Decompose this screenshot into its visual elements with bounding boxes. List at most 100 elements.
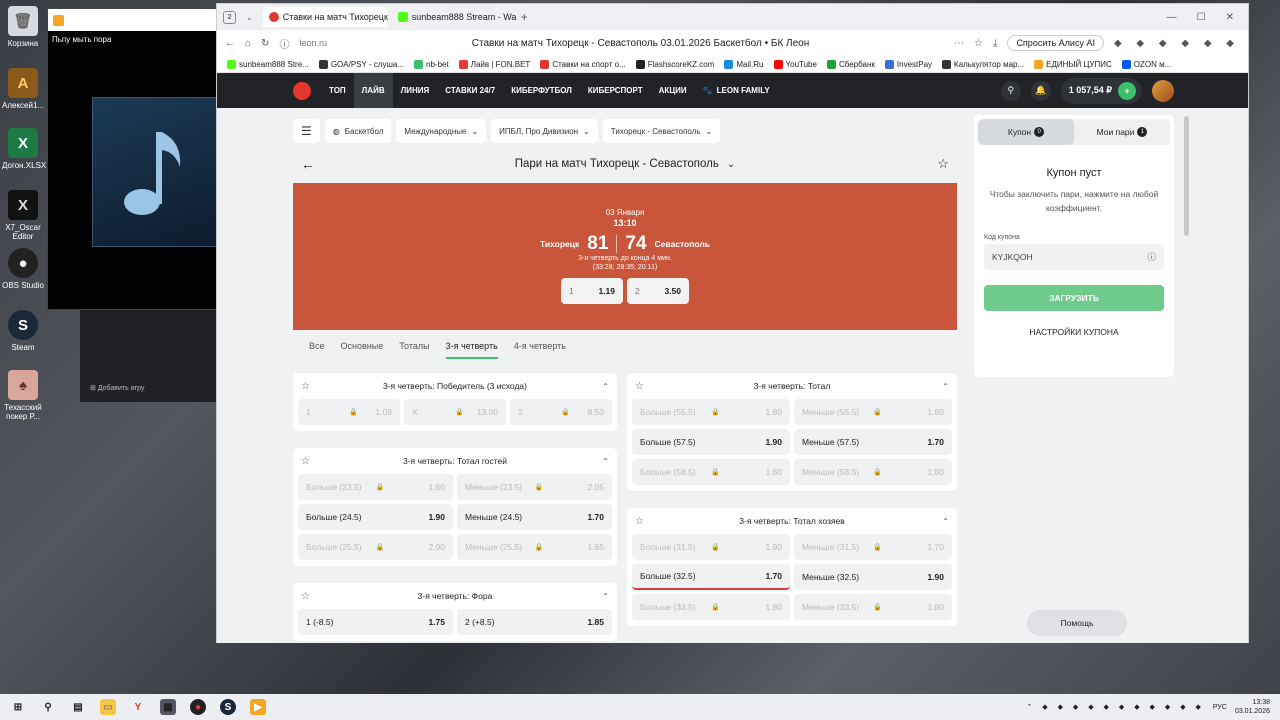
new-tab-button[interactable]: + — [521, 10, 528, 24]
nav-leon-family[interactable]: 🐾 LEON FAMILY — [695, 73, 778, 108]
odd-button[interactable]: 2 (+8.5) 1.85 — [457, 609, 612, 635]
nav-bets247[interactable]: СТАВКИ 24/7 — [437, 73, 503, 108]
nav-line[interactable]: ЛИНИЯ — [393, 73, 438, 108]
back-arrow-icon[interactable]: ← — [301, 156, 315, 172]
bookmark-item[interactable]: OZON м... — [1121, 59, 1171, 69]
market-header[interactable]: ☆ 3-я четверть: Тотал хозяев ⌃ — [627, 508, 957, 534]
url-field[interactable]: leon.ru — [299, 38, 327, 48]
odd-button[interactable]: Больше (57.5) 1.90 — [632, 429, 790, 455]
bookmark-icon[interactable]: ☆ — [974, 38, 983, 49]
favorite-star-icon[interactable]: ☆ — [937, 156, 949, 172]
breadcrumb-match[interactable]: Тихорецк - Севастополь ⌄ — [602, 119, 721, 143]
desktop-icon-alexey[interactable]: A Алексей1... — [2, 68, 44, 110]
odd-button[interactable]: 2 3.50 — [627, 278, 689, 304]
windows-start-icon[interactable]: ⊞ — [10, 699, 26, 715]
desktop-icon-obs[interactable]: ● OBS Studio — [2, 248, 44, 290]
search-icon[interactable]: ⚲ — [40, 699, 56, 715]
favorite-star-icon[interactable]: ☆ — [635, 381, 644, 392]
desktop-icon-steam[interactable]: S Steam — [2, 310, 44, 352]
desktop-icon-poker[interactable]: ♠ Техасский покер Р... — [2, 370, 44, 421]
market-header[interactable]: ☆ 3-я четверть: Тотал ⌃ — [627, 373, 957, 399]
download-icon[interactable]: ⤓ — [993, 38, 997, 49]
extensions-icon[interactable]: ◆ ◆ ◆ ◆ ◆ ◆ — [1114, 38, 1240, 49]
odd-button[interactable]: Меньше (57.5) 1.70 — [794, 429, 952, 455]
close-window-icon[interactable]: ✕ — [1226, 12, 1234, 23]
nav-esports[interactable]: КИБЕРСПОРТ — [580, 73, 651, 108]
load-coupon-button[interactable]: ЗАГРУЗИТЬ — [984, 285, 1164, 311]
bookmark-item[interactable]: YouTube — [773, 59, 817, 69]
chevron-down-icon[interactable]: ⌄ — [727, 159, 735, 170]
chevron-up-icon[interactable]: ⌃ — [942, 382, 949, 391]
coupon-settings-link[interactable]: НАСТРОЙКИ КУПОНА — [974, 327, 1174, 337]
tab-q4[interactable]: 4-я четверть — [514, 341, 566, 359]
steam-add-game-button[interactable]: ⊞ Добавить игру — [90, 384, 144, 392]
tab-q3[interactable]: 3-я четверть — [445, 341, 498, 359]
tab-main[interactable]: Основные — [341, 341, 384, 359]
tab-stream[interactable]: sunbeam888 Stream - Wa✕ — [392, 7, 517, 27]
bookmark-item[interactable]: FlashscoreKZ.com — [635, 59, 714, 69]
maximize-icon[interactable]: ☐ — [1197, 12, 1206, 23]
language-indicator[interactable]: РУС — [1213, 704, 1227, 711]
nav-cyberfootball[interactable]: КИБЕРФУТБОЛ — [503, 73, 580, 108]
back-arrow-icon[interactable]: ← — [225, 38, 235, 49]
market-header[interactable]: ☆ 3-я четверть: Победитель (3 исхода) ⌃ — [293, 373, 617, 399]
odd-button[interactable]: Меньше (32.5) 1.90 — [794, 564, 952, 590]
player-titlebar[interactable] — [48, 9, 216, 31]
odd-button[interactable]: 1 1.19 — [561, 278, 623, 304]
chevron-up-icon[interactable]: ⌃ — [942, 517, 949, 526]
breadcrumb-league[interactable]: ИПБЛ, Про Дивизион ⌄ — [491, 119, 598, 143]
app-icon[interactable]: ▦ — [160, 699, 176, 715]
odd-button[interactable]: Больше (24.5) 1.90 — [298, 504, 453, 530]
bookmark-item[interactable]: sunbeam888 Stre... — [227, 59, 309, 69]
chevron-up-icon[interactable]: ⌃ — [602, 382, 609, 391]
desktop-icon-excel[interactable]: X Догон.XLSX — [2, 128, 46, 170]
clock[interactable]: 13:38 03.01.2026 — [1235, 698, 1270, 716]
bookmark-item[interactable]: Лайв | FON.BET — [458, 59, 530, 69]
bell-icon[interactable]: 🔔 — [1030, 80, 1051, 101]
poker-app-icon[interactable]: ● — [190, 699, 206, 715]
odd-button[interactable]: 1 (-8.5) 1.75 — [298, 609, 453, 635]
favorite-star-icon[interactable]: ☆ — [301, 591, 310, 602]
info-icon[interactable]: ⓘ — [1147, 251, 1156, 263]
media-player-icon[interactable]: ▶ — [250, 699, 266, 715]
nav-top[interactable]: ТОП — [321, 73, 354, 108]
bookmark-item[interactable]: ЕДИНЫЙ ЦУПИС — [1034, 59, 1112, 69]
breadcrumb-region[interactable]: Международные ⌄ — [396, 119, 487, 143]
bookmark-item[interactable]: Сбербанк — [826, 59, 875, 69]
reload-icon[interactable]: ↻ — [261, 38, 269, 49]
odd-button[interactable]: Больше (32.5) 1.70 — [632, 564, 790, 590]
bookmark-item[interactable]: Ставки на спорт о... — [540, 59, 626, 69]
tab-all[interactable]: Все — [309, 341, 325, 359]
bookmark-item[interactable]: GOA/PSY - слуша... — [318, 59, 404, 69]
nav-promos[interactable]: АКЦИИ — [651, 73, 695, 108]
alice-button[interactable]: Спросить Алису AI — [1007, 35, 1104, 51]
bookmark-item[interactable]: Калькулятор мар... — [942, 59, 1024, 69]
bookmark-item[interactable]: nb-bet — [414, 59, 449, 69]
tab-coupon[interactable]: Купон 0 — [978, 119, 1074, 145]
bookmark-item[interactable]: InvestPay — [884, 59, 932, 69]
site-info-icon[interactable]: ⓘ — [279, 36, 289, 51]
chevron-down-icon[interactable]: ⌄ — [246, 13, 253, 22]
balance-widget[interactable]: 1 057,54 ₽ + — [1060, 77, 1142, 104]
task-view-icon[interactable]: ▤ — [70, 699, 86, 715]
file-explorer-icon[interactable]: ▭ — [100, 699, 116, 715]
tab-leon[interactable]: Ставки на матч Тихорецк✕ — [262, 7, 388, 27]
yandex-browser-icon[interactable]: Y — [130, 699, 146, 715]
chevron-up-icon[interactable]: ⌃ — [602, 592, 609, 601]
more-icon[interactable]: ⋯ — [954, 38, 964, 49]
favorite-star-icon[interactable]: ☆ — [301, 456, 310, 467]
coupon-code-field[interactable]: KYJKQOH ⓘ — [984, 244, 1164, 270]
leon-logo-icon[interactable] — [293, 81, 311, 100]
favorite-star-icon[interactable]: ☆ — [635, 516, 644, 527]
breadcrumb-sport[interactable]: ◍ Баскетбол — [324, 119, 392, 143]
help-button[interactable]: Помощь — [1027, 610, 1127, 636]
steam-icon[interactable]: S — [220, 699, 236, 715]
market-header[interactable]: ☆ 3-я четверть: Тотал гостей ⌃ — [293, 448, 617, 474]
media-player-window[interactable]: Пьпу мыть пора — [47, 8, 218, 310]
menu-button[interactable]: ☰ — [293, 119, 320, 143]
tab-my-bets[interactable]: Мои пари 1 — [1074, 119, 1170, 145]
chevron-up-icon[interactable]: ⌃ — [602, 457, 609, 466]
minimize-icon[interactable]: — — [1167, 12, 1177, 23]
tray-icons[interactable]: ⌃ ◆ ◆ ◆ ◆ ◆ ◆ ◆ ◆ ◆ ◆ ◆ — [1026, 703, 1204, 711]
home-icon[interactable]: ⌂ — [245, 38, 251, 49]
